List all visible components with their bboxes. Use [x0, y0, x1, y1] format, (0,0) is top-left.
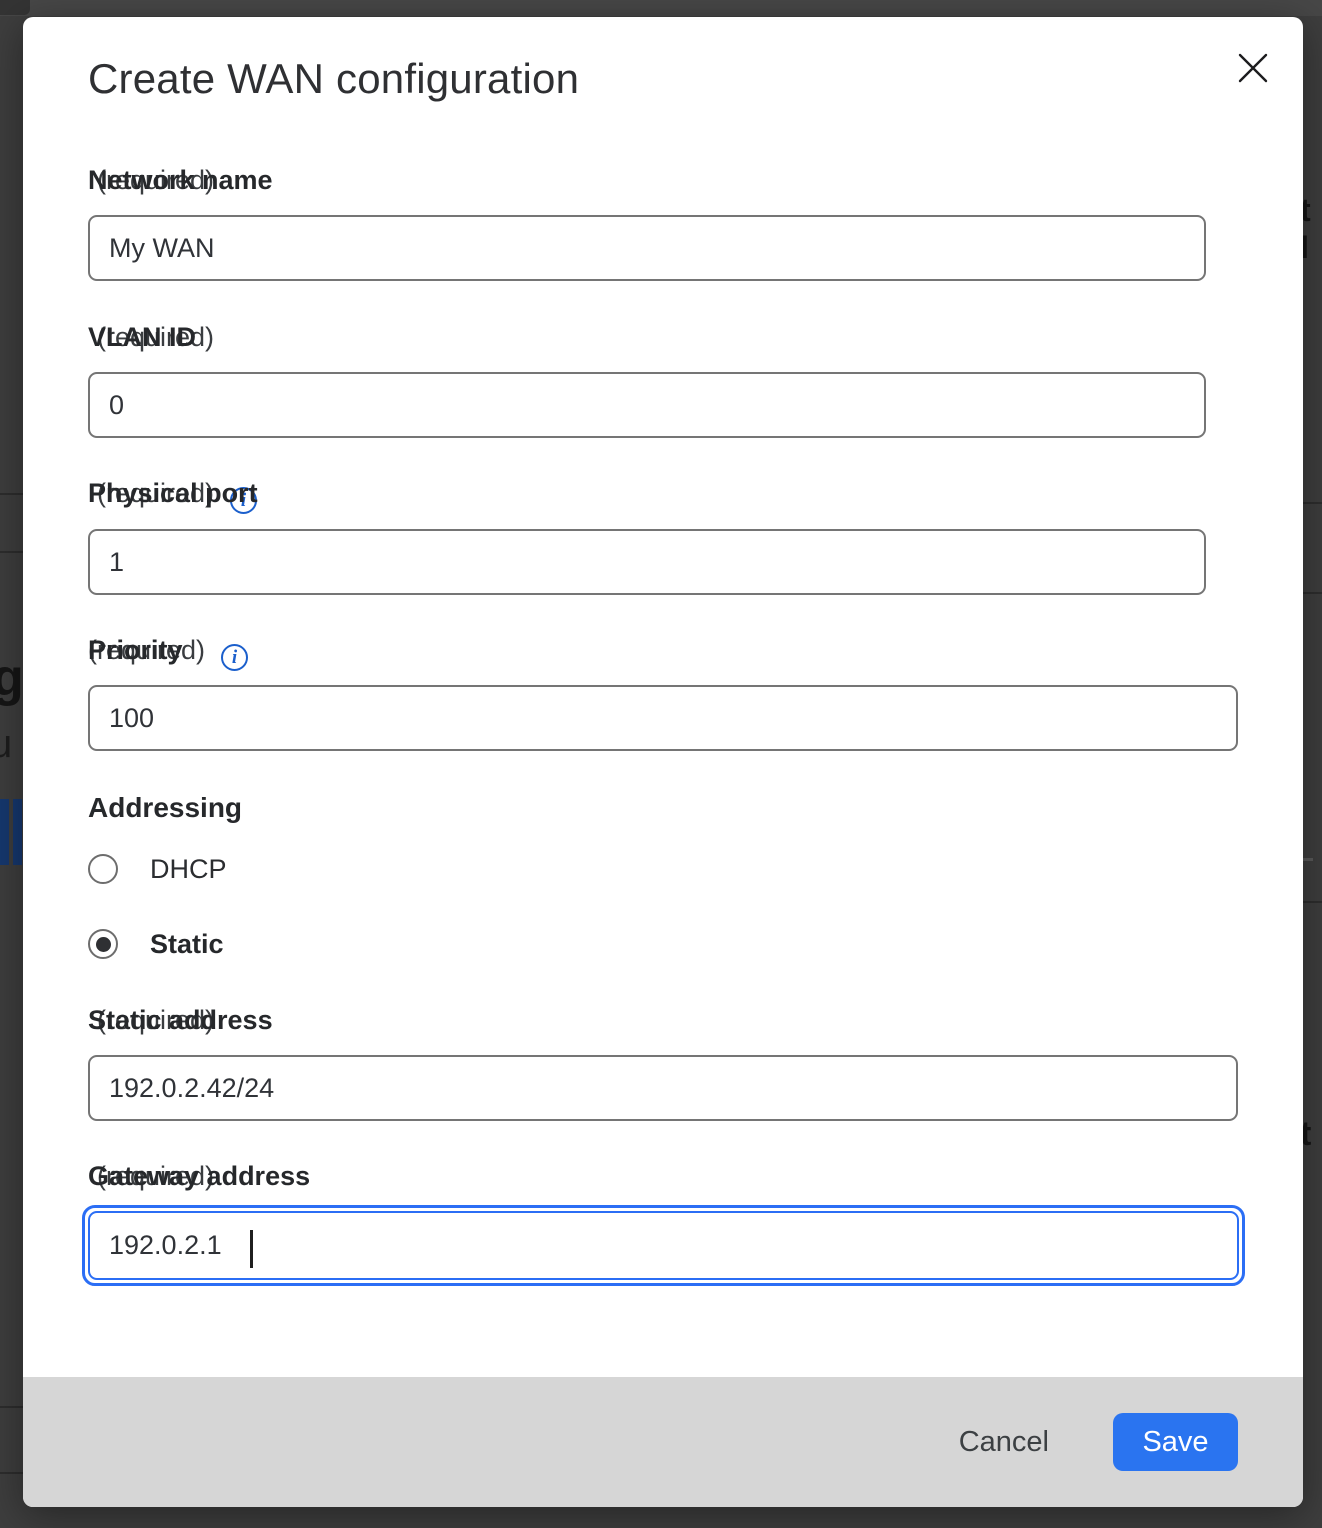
gateway-address-focus-ring	[82, 1205, 1245, 1286]
static-address-input[interactable]	[88, 1055, 1238, 1121]
gateway-address-input[interactable]	[88, 1211, 1239, 1280]
vlan-id-input[interactable]	[88, 372, 1206, 438]
backdrop-top-strip	[0, 0, 1322, 16]
backdrop-line	[1303, 502, 1322, 504]
vlan-id-label: VLAN ID(required)	[88, 322, 214, 353]
network-name-label: Network name(required)	[88, 165, 214, 196]
gateway-address-label: Gateway address(required)	[88, 1161, 214, 1192]
backdrop-corner-tab	[0, 0, 30, 15]
radio-circle-unselected[interactable]	[88, 854, 118, 884]
text-cursor	[250, 1230, 253, 1268]
dialog-footer: Cancel Save	[23, 1377, 1303, 1507]
backdrop-line	[0, 1472, 23, 1474]
backdrop-text-fragment: t I	[1300, 192, 1322, 266]
backdrop-line	[1303, 858, 1313, 861]
static-address-label: Static address(required)	[88, 1005, 214, 1036]
radio-static-label: Static	[150, 929, 224, 960]
info-icon[interactable]: i	[221, 644, 248, 671]
network-name-input[interactable]	[88, 215, 1206, 281]
backdrop-line	[1303, 592, 1322, 594]
addressing-heading: Addressing	[88, 792, 242, 824]
cancel-button[interactable]: Cancel	[945, 1416, 1063, 1469]
radio-static[interactable]: Static	[88, 927, 224, 961]
priority-label: Priority(required)i	[88, 635, 248, 671]
backdrop-button-fragment	[0, 799, 9, 865]
backdrop-button-fragment	[13, 799, 22, 865]
radio-circle-selected[interactable]	[88, 929, 118, 959]
create-wan-dialog: Create WAN configuration Network name(re…	[23, 17, 1303, 1507]
priority-input[interactable]	[88, 685, 1238, 751]
backdrop-line	[0, 493, 23, 495]
save-button[interactable]: Save	[1113, 1413, 1238, 1471]
physical-port-label: Physical port(required)i	[88, 478, 257, 514]
dialog-title: Create WAN configuration	[88, 55, 579, 103]
backdrop-line	[1303, 901, 1322, 903]
backdrop-text-fragment: u	[0, 722, 12, 767]
backdrop-line	[0, 551, 23, 553]
page: { "backdrop": { "fragments": { "left_g":…	[0, 0, 1322, 1528]
close-icon[interactable]	[1227, 42, 1279, 94]
backdrop-text-fragment: g	[0, 648, 24, 708]
radio-dhcp[interactable]: DHCP	[88, 852, 227, 886]
backdrop-line	[0, 1406, 23, 1408]
physical-port-input[interactable]	[88, 529, 1206, 595]
radio-dhcp-label: DHCP	[150, 854, 227, 885]
